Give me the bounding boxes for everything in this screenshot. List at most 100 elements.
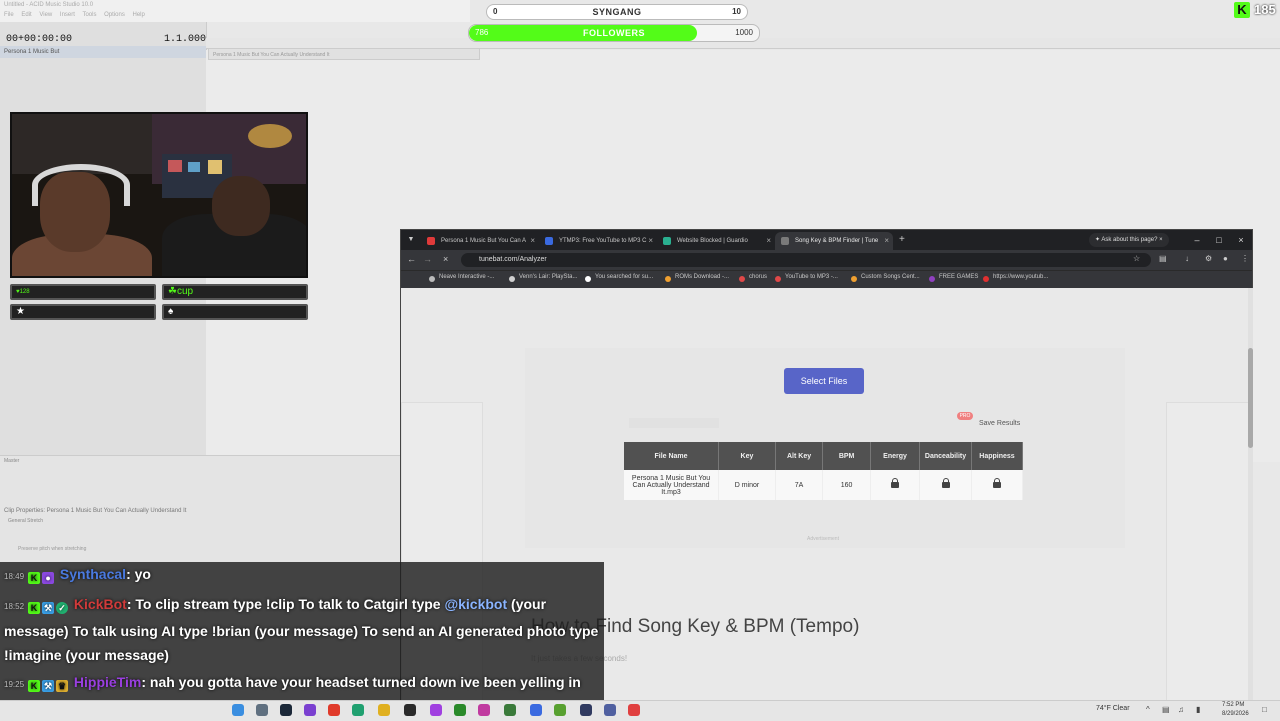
ask-about-page-button[interactable]: ✦ Ask about this page? × [1089,233,1169,247]
minimize-icon[interactable]: – [1187,232,1207,248]
stop-loading-icon[interactable]: × [443,254,448,264]
ad-slot-right [1166,402,1248,704]
edge-icon[interactable] [232,704,244,716]
scrollbar-thumb[interactable] [1248,348,1253,448]
syngang-label: SYNGANG [592,7,642,17]
daw-properties-tabs[interactable]: General Stretch [8,518,43,524]
chat-username: KickBot [73,596,127,612]
close-window-icon[interactable]: × [1231,232,1251,248]
volume-icon[interactable]: ♫ [1178,705,1184,714]
select-files-button[interactable]: Select Files [784,368,864,394]
bookmark-icon [775,276,781,282]
network-icon[interactable]: ▤ [1162,705,1170,714]
weather-widget[interactable]: 74°F Clear [1096,705,1130,712]
app-icon[interactable] [504,704,516,716]
column-header: Alt Key [775,442,824,470]
app-icon[interactable] [430,704,442,716]
followers-goal: 1000 [735,28,753,37]
kick-badge-icon: K [28,680,41,692]
profile-avatar-icon[interactable]: ● [1223,254,1228,263]
browser-tab[interactable]: Persona 1 Music But You Can A × [421,232,539,250]
bookmark-star-icon[interactable]: ☆ [1133,254,1140,263]
daw-menu[interactable]: File Edit View Insert Tools Options Help [4,12,145,18]
headset-icon [32,164,130,206]
column-header: File Name [624,442,720,470]
browser-tab[interactable]: YTMP3: Free YouTube to MP3 C × [539,232,657,250]
bookmark-icon [739,276,745,282]
tab-search-icon[interactable]: ▼ [405,234,417,246]
kick-badge-icon: K [28,602,41,614]
webcam-badge: ☘cup [162,284,308,300]
close-icon[interactable]: × [766,232,771,250]
notifications-icon[interactable]: □ [1262,705,1267,714]
daw-preserve-pitch-option[interactable]: Preserve pitch when stretching [18,546,86,552]
bookmark-item[interactable]: FREE GAMES [929,274,978,282]
bookmark-item[interactable]: Neave Interactive -... [429,274,494,282]
bookmark-item[interactable]: Venn's Lair: PlaySta... [509,274,578,282]
bookmarks-bar: Neave Interactive -... Venn's Lair: Play… [401,270,1252,289]
chrome-icon[interactable] [328,704,340,716]
close-icon[interactable]: × [884,232,889,250]
tunebat-icon [781,237,789,245]
close-icon[interactable]: × [648,232,653,250]
bookmark-item[interactable]: YouTube to MP3 -... [775,274,838,282]
app-icon[interactable] [352,704,364,716]
extensions-icon[interactable]: ▤ [1159,254,1167,263]
chat-username: Synthacal [59,566,127,582]
results-search-input[interactable] [629,418,719,428]
bookmark-label: ROMs Download -... [675,274,730,280]
address-bar[interactable]: tunebat.com/Analyzer [461,253,1151,267]
app-icon[interactable] [604,704,616,716]
key-cell: D minor [718,470,776,500]
app-icon[interactable] [256,704,268,716]
browser-tab-active[interactable]: Song Key & BPM Finder | Tune × [775,232,893,250]
clock-date[interactable]: 8/29/2026 [1222,711,1249,717]
app-icon[interactable] [580,704,592,716]
app-icon[interactable] [530,704,542,716]
bookmark-label: chorus [749,274,768,280]
close-icon[interactable]: × [530,232,535,250]
bookmark-item[interactable]: You searched for su... [585,274,653,282]
bookmark-item[interactable]: chorus [739,274,768,282]
download-icon[interactable]: ↓ [1185,254,1189,263]
bookmark-icon [665,276,671,282]
bookmark-item[interactable]: ROMs Download -... [665,274,730,282]
app-icon[interactable] [404,704,416,716]
new-tab-button[interactable]: + [899,234,905,245]
forward-arrow-icon[interactable]: → [423,254,432,264]
followers-label: FOLLOWERS [583,28,645,38]
webcam-badge: ♠ [162,304,308,320]
tray-chevron-icon[interactable]: ^ [1146,705,1150,714]
kebab-menu-icon[interactable]: ⋮ [1241,254,1249,263]
back-arrow-icon[interactable]: ← [407,254,416,264]
webcam-mask-decor [248,124,292,148]
webcam-person-2-head [212,176,270,236]
save-results-link[interactable]: Save Results [979,420,1020,427]
battery-icon[interactable]: ▮ [1196,705,1200,714]
extension-icon[interactable]: ⚙ [1205,254,1212,263]
happiness-cell[interactable] [971,470,1023,500]
app-icon[interactable] [554,704,566,716]
browser-tab[interactable]: Website Blocked | Guardio × [657,232,775,250]
daw-track-header[interactable]: Persona 1 Music But [0,46,206,58]
webcam-badge: ♥128 [10,284,156,300]
daw-clip[interactable]: Persona 1 Music But You Can Actually Und… [208,48,480,60]
table-row[interactable]: Persona 1 Music But You Can Actually Und… [624,470,1023,500]
page-scrollbar[interactable] [1248,288,1253,704]
column-header: Energy [870,442,921,470]
spotify-icon[interactable] [454,704,466,716]
energy-cell[interactable] [870,470,921,500]
file-explorer-icon[interactable] [378,704,390,716]
maximize-icon[interactable]: □ [1209,232,1229,248]
webcam-figure [168,160,182,172]
bookmark-item[interactable]: https://www.youtub... [983,274,1048,282]
app-icon[interactable] [628,704,640,716]
chat-timestamp: 19:25 [4,680,25,689]
steam-icon[interactable] [280,704,292,716]
app-icon[interactable] [304,704,316,716]
app-icon[interactable] [478,704,490,716]
danceability-cell[interactable] [919,470,972,500]
clock-time[interactable]: 7:52 PM [1222,702,1244,708]
column-header: BPM [822,442,871,470]
bookmark-item[interactable]: Custom Songs Cent... [851,274,920,282]
